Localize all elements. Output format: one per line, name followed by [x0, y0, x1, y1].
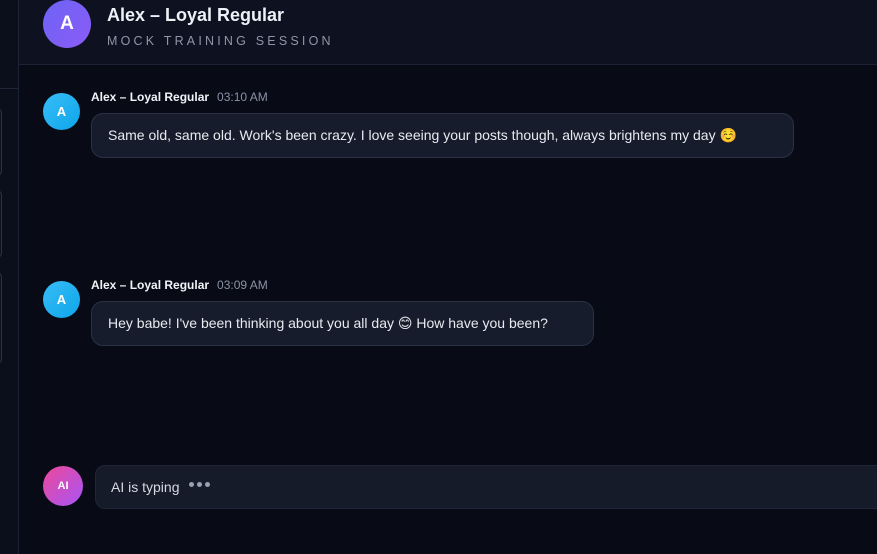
ai-avatar: AI: [43, 466, 83, 506]
message-timestamp: 03:10 AM: [217, 90, 268, 104]
sidebar-divider: [0, 88, 18, 89]
typing-indicator: AI is typing: [95, 465, 877, 509]
message-bubble: Same old, same old. Work's been crazy. I…: [91, 113, 794, 158]
chat-header: A Alex – Loyal Regular MOCK TRAINING SES…: [19, 0, 877, 65]
page-title: Alex – Loyal Regular: [107, 5, 285, 25]
message-timestamp: 03:09 AM: [217, 278, 268, 292]
typing-text: AI is typing: [111, 479, 180, 495]
typing-dots-icon: [189, 481, 211, 487]
message-meta: Alex – Loyal Regular 03:10 AM: [91, 90, 268, 104]
sidebar: [0, 0, 19, 554]
message-bubble: Hey babe! I've been thinking about you a…: [91, 301, 594, 346]
message-meta: Alex – Loyal Regular 03:09 AM: [91, 278, 268, 292]
sidebar-session-card[interactable]: [0, 190, 2, 258]
avatar: A: [43, 0, 91, 48]
message-sender: Alex – Loyal Regular: [91, 278, 210, 292]
message-sender: Alex – Loyal Regular: [91, 90, 210, 104]
sidebar-session-card[interactable]: [0, 272, 2, 364]
sidebar-session-card[interactable]: [0, 108, 2, 176]
avatar: A: [43, 93, 80, 130]
avatar: A: [43, 281, 80, 318]
chat-window: A Alex – Loyal Regular MOCK TRAINING SES…: [0, 0, 877, 554]
session-subtitle: MOCK TRAINING SESSION: [107, 34, 334, 48]
